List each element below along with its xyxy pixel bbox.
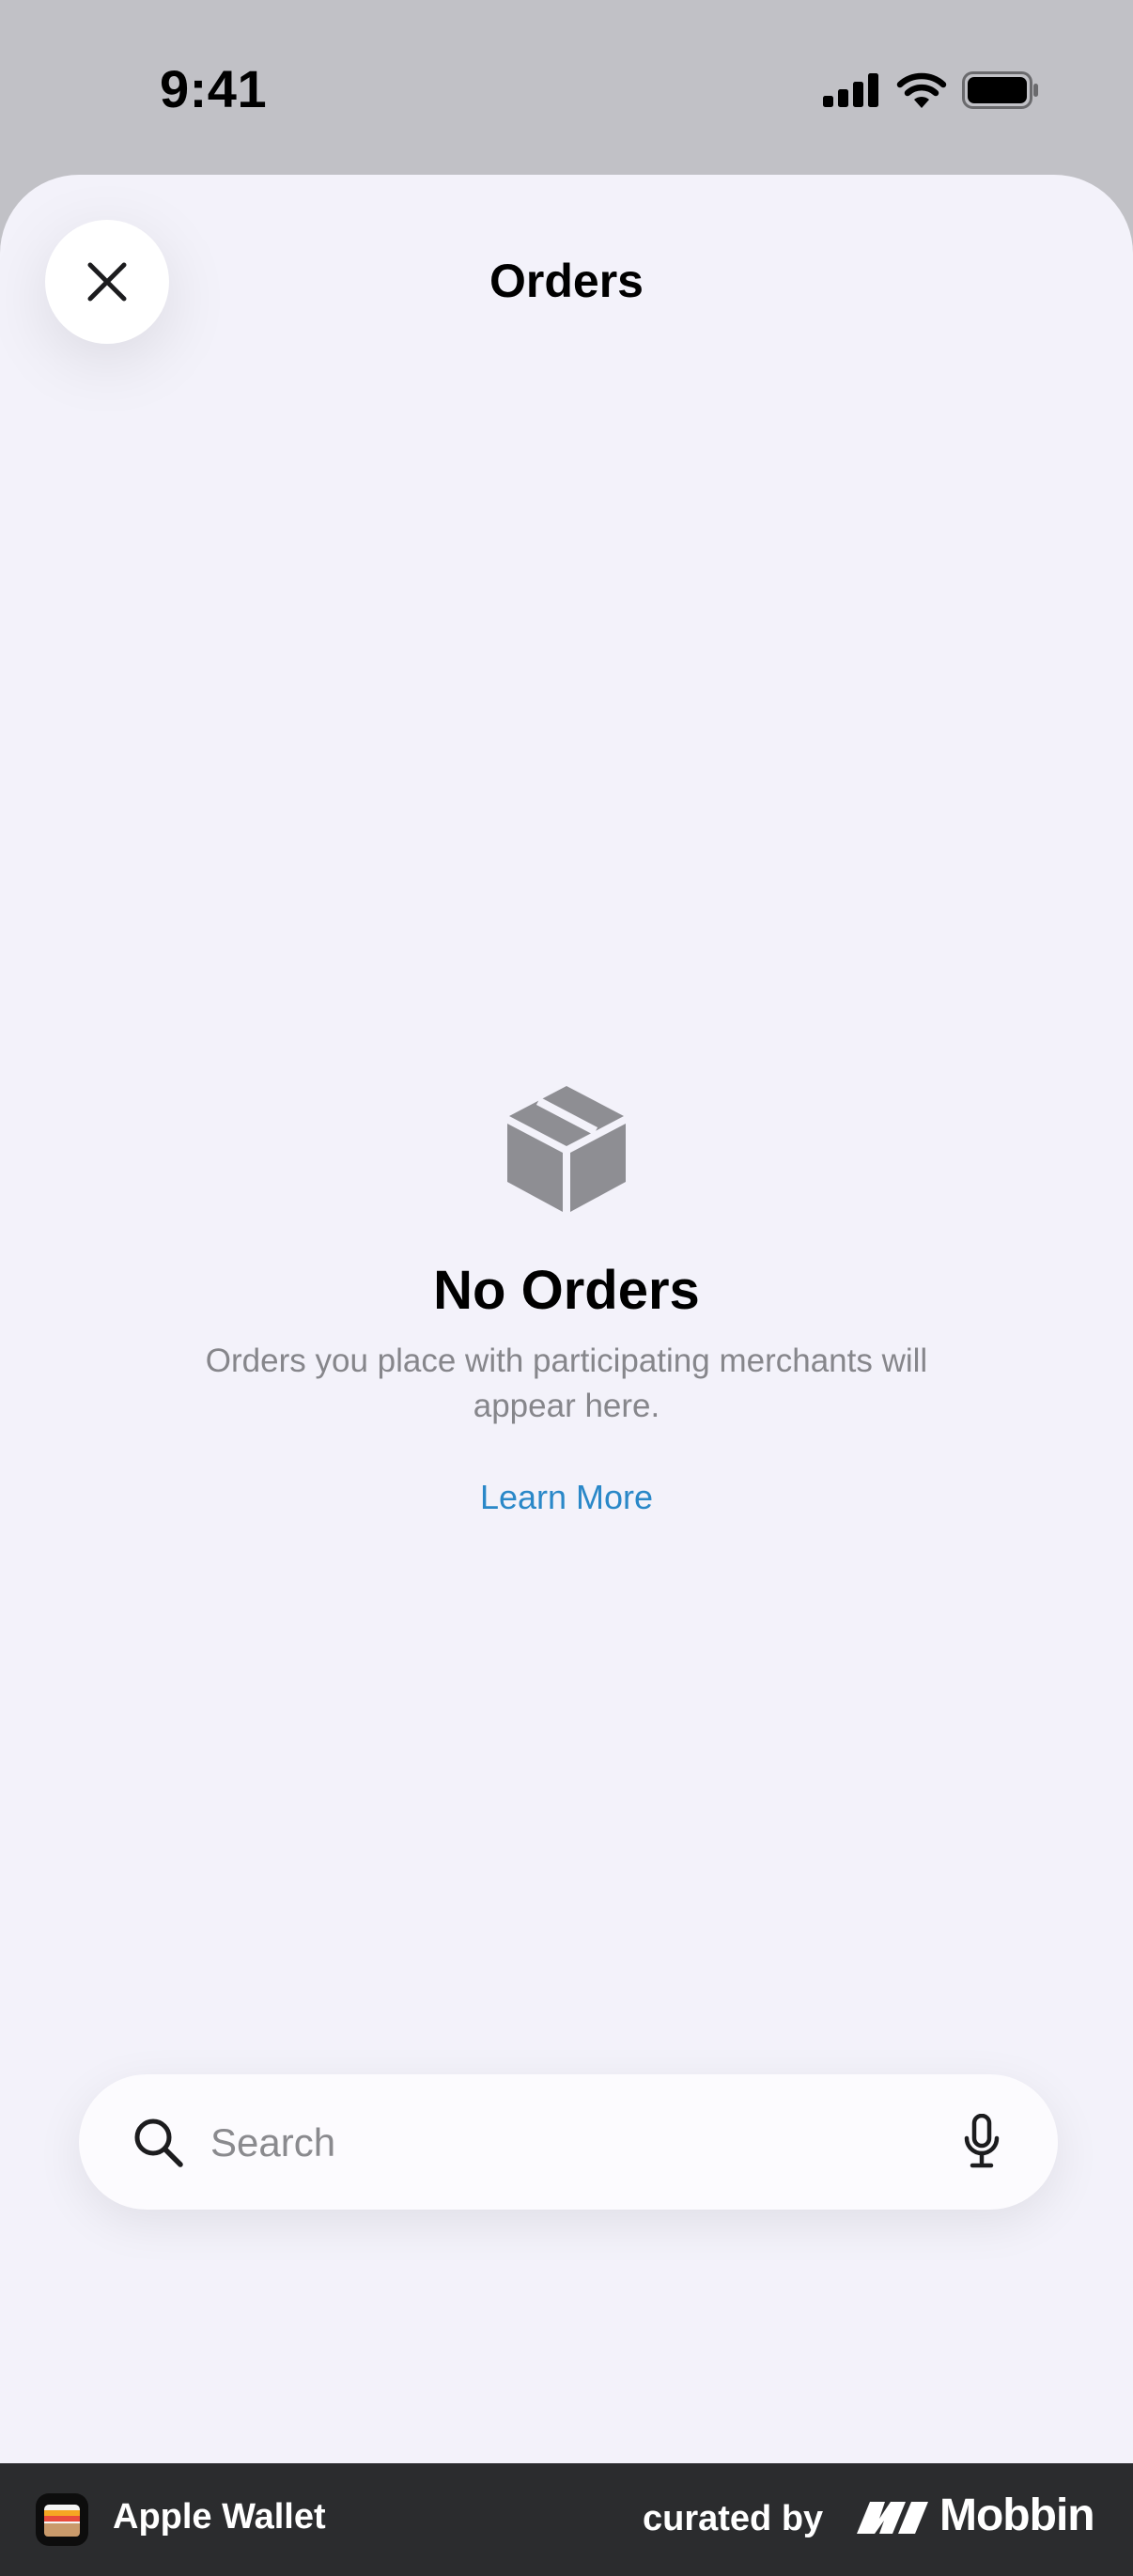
footer-curated-label: curated by: [643, 2499, 824, 2538]
footer-brand-name: Mobbin: [939, 2491, 1095, 2540]
cellular-signal-icon: [823, 73, 878, 107]
learn-more-link[interactable]: Learn More: [480, 1478, 653, 1517]
wifi-icon: [896, 72, 947, 108]
search-bar[interactable]: [79, 2074, 1058, 2211]
empty-state-title: No Orders: [433, 1260, 700, 1321]
package-box-icon: [507, 1086, 626, 1212]
orders-sheet: Orders No Orders Orders you place with p…: [0, 175, 1133, 2463]
search-input[interactable]: [209, 2074, 926, 2211]
empty-state-description: Orders you place with participating merc…: [205, 1342, 928, 1424]
empty-state: No Orders Orders you place with particip…: [0, 1084, 1133, 1517]
status-icons: [823, 71, 1039, 109]
microphone-icon[interactable]: [964, 2114, 1000, 2170]
search-icon: [134, 2118, 183, 2167]
mobbin-brand: Mobbin: [857, 2490, 1095, 2541]
wallet-app-icon: [36, 2493, 88, 2546]
footer-app-name: Apple Wallet: [113, 2497, 326, 2537]
attribution-footer: Apple Wallet curated by Mobbin: [0, 2463, 1133, 2576]
status-time: 9:41: [160, 59, 268, 118]
mobbin-logo-icon: [857, 2501, 928, 2534]
battery-icon: [962, 71, 1038, 109]
status-bar: 9:41: [0, 0, 1133, 175]
page-title: Orders: [489, 255, 644, 307]
